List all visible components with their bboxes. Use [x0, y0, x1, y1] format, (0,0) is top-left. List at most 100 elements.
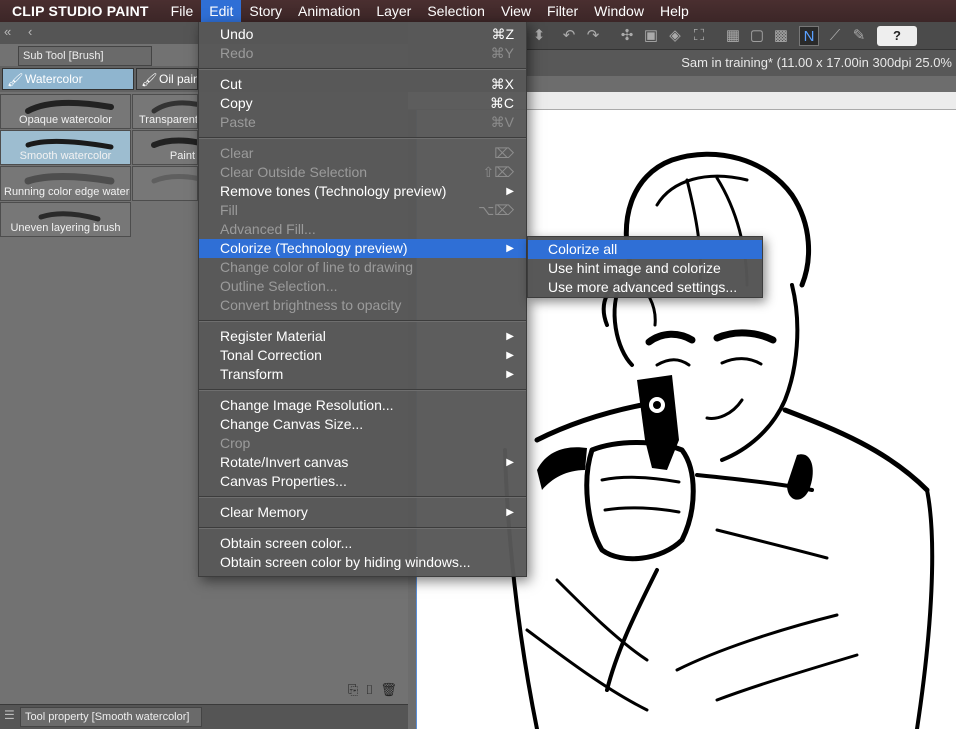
submenu-advanced-settings[interactable]: Use more advanced settings...: [528, 278, 762, 297]
subtool-tab-label: Sub Tool [Brush]: [23, 50, 104, 62]
menu-transform[interactable]: Transform ▶: [199, 365, 526, 384]
pressure-icon[interactable]: ✎: [849, 26, 869, 46]
submenu-arrow-icon: ▶: [506, 243, 514, 254]
menu-separator: [199, 137, 526, 139]
menu-view[interactable]: View: [493, 0, 539, 22]
menu-redo[interactable]: Redo ⌘Y: [199, 44, 526, 63]
menu-change-color-of-line[interactable]: Change color of line to drawing: [199, 258, 526, 277]
menu-label: Change color of line to drawing: [220, 259, 414, 275]
menu-crop[interactable]: Crop: [199, 434, 526, 453]
pen-mode-icon[interactable]: N: [799, 26, 819, 46]
menu-rotate-invert-canvas[interactable]: Rotate/Invert canvas ▶: [199, 453, 526, 472]
menu-label: Cut: [220, 76, 242, 92]
menu-clear-outside-selection[interactable]: Clear Outside Selection ⇧⌦: [199, 163, 526, 182]
menu-undo[interactable]: Undo ⌘Z: [199, 25, 526, 44]
menu-tonal-correction[interactable]: Tonal Correction ▶: [199, 346, 526, 365]
menu-clear-memory[interactable]: Clear Memory ▶: [199, 503, 526, 522]
help-icon[interactable]: ?: [877, 26, 917, 46]
crop-icon[interactable]: ⛶: [689, 26, 709, 46]
deselect-icon[interactable]: ▢: [747, 26, 767, 46]
menu-shortcut: ⌘Y: [490, 45, 514, 61]
menu-label: Outline Selection...: [220, 278, 338, 294]
fill-icon[interactable]: ◈: [665, 26, 685, 46]
brush-uneven-layering[interactable]: Uneven layering brush: [0, 202, 131, 237]
tab-oil-paint[interactable]: 🖌 Oil paint: [136, 68, 198, 90]
watercolor-brush-icon: 🖌: [7, 72, 24, 87]
subtool-tab[interactable]: Sub Tool [Brush]: [18, 46, 152, 66]
menu-copy[interactable]: Copy ⌘C: [199, 94, 526, 113]
brush-empty-slot[interactable]: [132, 166, 198, 201]
chevron-left-icon[interactable]: ‹: [28, 24, 32, 39]
brush-label: Running color edge watercolor: [4, 186, 130, 198]
menu-register-material[interactable]: Register Material ▶: [199, 327, 526, 346]
stabilize-icon[interactable]: ⟋: [825, 26, 845, 46]
menu-label: Tonal Correction: [220, 347, 322, 363]
menu-cut[interactable]: Cut ⌘X: [199, 75, 526, 94]
scale-icon[interactable]: ▣: [641, 26, 661, 46]
menu-outline-selection[interactable]: Outline Selection...: [199, 277, 526, 296]
menu-change-canvas-size[interactable]: Change Canvas Size...: [199, 415, 526, 434]
menu-label: Redo: [220, 45, 254, 61]
tab-watercolor[interactable]: 🖌 Watercolor: [2, 68, 134, 90]
menu-change-image-resolution[interactable]: Change Image Resolution...: [199, 396, 526, 415]
menu-label: Colorize (Technology preview): [220, 240, 408, 256]
menu-label: Advanced Fill...: [220, 221, 316, 237]
dropdown-arrow-icon[interactable]: ⬍: [529, 26, 549, 46]
menu-story[interactable]: Story: [241, 0, 290, 22]
menu-label: Canvas Properties...: [220, 473, 347, 489]
brush-opaque-watercolor[interactable]: Opaque watercolor: [0, 94, 131, 129]
invert-selection-icon[interactable]: ▩: [771, 26, 791, 46]
brush-smooth-watercolor[interactable]: Smooth watercolor: [0, 130, 131, 165]
menu-canvas-properties[interactable]: Canvas Properties...: [199, 472, 526, 491]
menu-obtain-screen-color-hiding[interactable]: Obtain screen color by hiding windows...: [199, 553, 526, 572]
brush-label: Uneven layering brush: [10, 222, 121, 234]
menu-selection[interactable]: Selection: [419, 0, 493, 22]
brush-paint[interactable]: Paint: [132, 130, 198, 165]
trash-icon[interactable]: 🗑: [380, 682, 403, 697]
submenu-use-hint-image[interactable]: Use hint image and colorize: [528, 259, 762, 278]
menu-fill[interactable]: Fill ⌥⌦: [199, 201, 526, 220]
panel-menu-icon[interactable]: ☰: [4, 708, 15, 722]
submenu-colorize-all[interactable]: Colorize all: [528, 240, 762, 259]
brush-running-color-edge[interactable]: Running color edge watercolor: [0, 166, 131, 201]
menu-obtain-screen-color[interactable]: Obtain screen color...: [199, 534, 526, 553]
menu-paste[interactable]: Paste ⌘V: [199, 113, 526, 132]
document-title[interactable]: Sam in training* (11.00 x 17.00in 300dpi…: [681, 55, 952, 70]
menu-layer[interactable]: Layer: [368, 0, 419, 22]
menu-label: Use hint image and colorize: [548, 260, 721, 276]
transform-icon[interactable]: ✣: [617, 26, 637, 46]
menu-animation[interactable]: Animation: [290, 0, 368, 22]
menu-clear[interactable]: Clear ⌦: [199, 144, 526, 163]
new-subtool-icon[interactable]: ▯: [364, 682, 380, 697]
submenu-arrow-icon: ▶: [506, 350, 514, 361]
menu-edit[interactable]: Edit: [201, 0, 242, 22]
menu-advanced-fill[interactable]: Advanced Fill...: [199, 220, 526, 239]
redo-icon[interactable]: ↷: [583, 26, 603, 46]
menu-convert-brightness[interactable]: Convert brightness to opacity: [199, 296, 526, 315]
menu-window[interactable]: Window: [586, 0, 652, 22]
menu-help[interactable]: Help: [652, 0, 697, 22]
menu-label: Colorize all: [548, 241, 618, 257]
menu-colorize[interactable]: Colorize (Technology preview) ▶: [199, 239, 526, 258]
collapse-left-icon[interactable]: «: [4, 24, 11, 39]
panel-bottom-icons: ⎘▯🗑: [348, 682, 403, 698]
select-all-icon[interactable]: ▦: [723, 26, 743, 46]
copy-subtool-icon[interactable]: ⎘: [348, 682, 364, 697]
menu-shortcut: ⌘X: [490, 76, 514, 92]
brush-transparent-watercolor[interactable]: Transparent watercolor: [132, 94, 198, 129]
tool-property-tab[interactable]: Tool property [Smooth watercolor]: [20, 707, 202, 727]
menu-label: Clear Memory: [220, 504, 308, 520]
tool-property-bar: ☰ Tool property [Smooth watercolor]: [0, 704, 408, 729]
submenu-arrow-icon: ▶: [506, 507, 514, 518]
command-bar: ⬍ ↶ ↷ ✣ ▣ ◈ ⛶ ▦ ▢ ▩ N ⟋ ✎ ?: [527, 22, 956, 50]
submenu-arrow-icon: ▶: [506, 457, 514, 468]
menu-file[interactable]: File: [163, 0, 202, 22]
brush-label: Paint: [169, 150, 195, 162]
tool-property-tab-label: Tool property [Smooth watercolor]: [25, 711, 190, 723]
undo-icon[interactable]: ↶: [559, 26, 579, 46]
menu-separator: [199, 68, 526, 70]
menu-remove-tones[interactable]: Remove tones (Technology preview) ▶: [199, 182, 526, 201]
app-name[interactable]: CLIP STUDIO PAINT: [0, 3, 163, 19]
menu-filter[interactable]: Filter: [539, 0, 586, 22]
menu-label: Undo: [220, 26, 254, 42]
